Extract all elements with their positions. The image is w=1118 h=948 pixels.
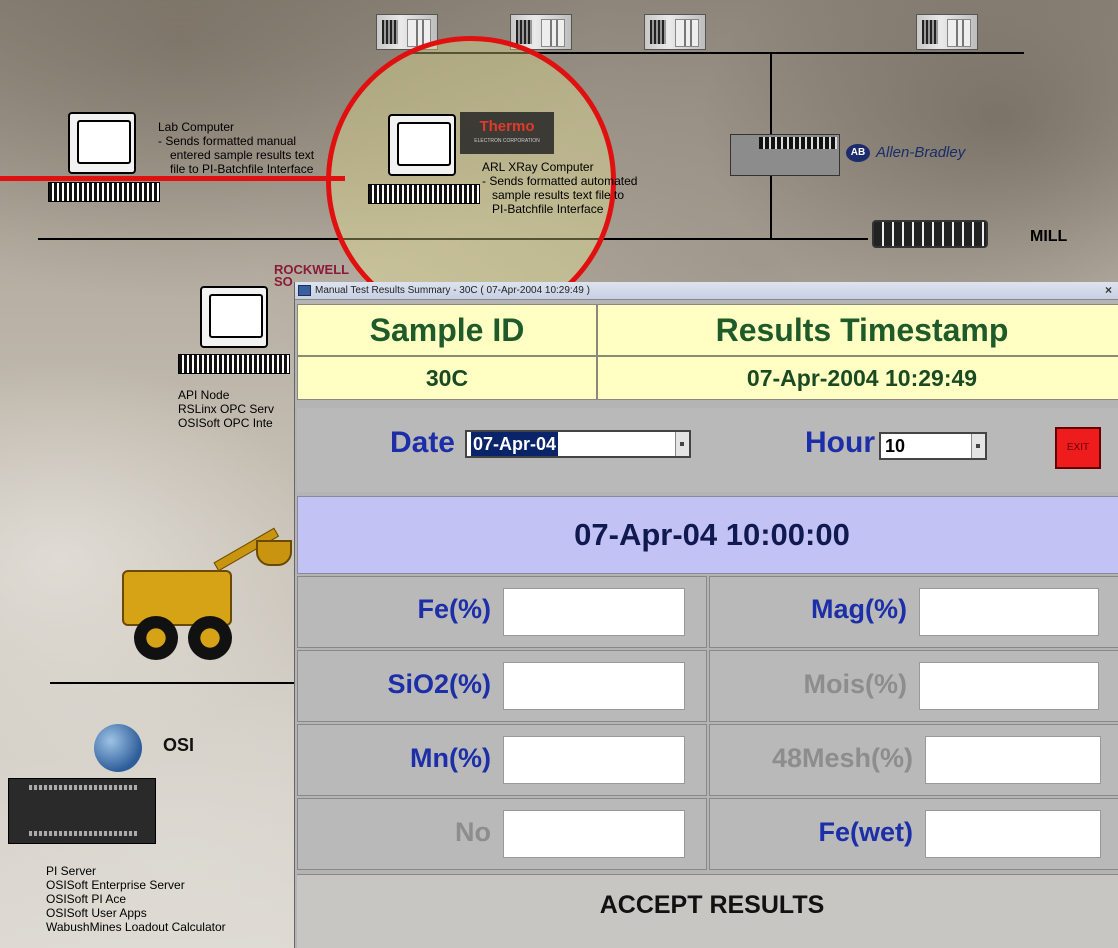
no-label: No <box>455 817 491 847</box>
plc-rack-4 <box>916 14 978 50</box>
timestamp-header: Results Timestamp <box>597 304 1118 356</box>
date-label: Date <box>389 426 455 459</box>
no-input[interactable] <box>503 810 685 858</box>
selected-datetime: 07-Apr-04 10:00:00 <box>297 496 1118 574</box>
hour-label: Hour <box>805 426 875 459</box>
fe-label: Fe(%) <box>417 594 492 624</box>
network-line-lower <box>50 682 300 684</box>
mag-label: Mag(%) <box>811 594 907 624</box>
chevron-down-icon[interactable] <box>971 434 985 458</box>
close-button[interactable]: × <box>1105 282 1112 299</box>
chevron-down-icon[interactable] <box>675 432 689 456</box>
mag-input[interactable] <box>919 588 1099 636</box>
api-node-label: API Node RSLinx OPC Serv OSISoft OPC Int… <box>178 388 275 430</box>
sample-id-value: 30C <box>297 356 597 400</box>
48mesh-label: 48Mesh(%) <box>771 743 913 773</box>
thermo-logo: Thermo ELECTRON CORPORATION <box>460 112 554 154</box>
loader-truck-image <box>116 527 296 660</box>
date-dropdown[interactable]: 07-Apr-04 <box>465 430 691 458</box>
plc-rack-3 <box>644 14 706 50</box>
lab-computer-label: Lab Computer - Sends formatted manual en… <box>158 120 315 176</box>
sio2-input[interactable] <box>503 662 685 710</box>
dialog-titlebar[interactable]: Manual Test Results Summary - 30C ( 07-A… <box>295 282 1118 300</box>
fe-input[interactable] <box>503 588 685 636</box>
osisoft-logo-text: OSI <box>163 735 195 755</box>
fewet-label: Fe(wet) <box>818 817 914 847</box>
allen-bradley-logo: AB Allen-Bradley <box>846 144 965 163</box>
mn-label: Mn(%) <box>410 743 491 773</box>
highlight-line <box>0 176 345 181</box>
pi-server-label: PI Server OSISoft Enterprise Server OSIS… <box>46 864 226 934</box>
xray-computer-label: ARL XRay Computer - Sends formatted auto… <box>482 160 638 216</box>
fewet-input[interactable] <box>925 810 1101 858</box>
ab-badge-icon: AB <box>846 144 870 163</box>
osisoft-logo-icon <box>94 724 142 772</box>
mn-input[interactable] <box>503 736 685 784</box>
timestamp-value: 07-Apr-2004 10:29:49 <box>597 356 1118 400</box>
sample-id-header: Sample ID <box>297 304 597 356</box>
mois-label: Mois(%) <box>803 669 908 699</box>
mois-input[interactable] <box>919 662 1099 710</box>
hour-dropdown[interactable]: 10 <box>879 432 987 460</box>
allen-bradley-plc <box>730 134 840 176</box>
exit-button[interactable]: EXIT <box>1055 427 1101 469</box>
manual-test-results-dialog: Manual Test Results Summary - 30C ( 07-A… <box>294 282 1118 948</box>
mill-label: MILL <box>1030 228 1068 245</box>
dialog-title: Manual Test Results Summary - 30C ( 07-A… <box>315 285 590 296</box>
sio2-label: SiO2(%) <box>387 669 491 699</box>
pi-server-icon <box>8 778 156 844</box>
window-icon <box>298 285 311 296</box>
48mesh-input[interactable] <box>925 736 1101 784</box>
accept-results-button[interactable]: ACCEPT RESULTS <box>297 874 1118 948</box>
network-switch <box>872 220 988 248</box>
